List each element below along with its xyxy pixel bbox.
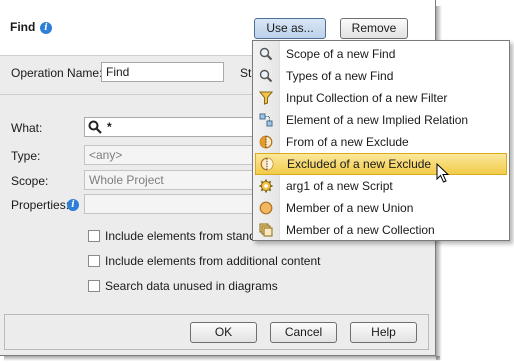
menu-item-label: Scope of a new Find	[286, 47, 396, 61]
menu-item-label: arg1 of a new Script	[286, 179, 393, 193]
what-label: What:	[11, 121, 43, 135]
st-label: St	[240, 66, 252, 80]
dialog-title: Find	[10, 20, 36, 34]
type-label: Type:	[11, 149, 41, 163]
properties-info-icon[interactable]: i	[67, 199, 79, 211]
menu-item-label: Element of a new Implied Relation	[286, 113, 469, 127]
search-unused-label: Search data unused in diagrams	[105, 279, 278, 293]
what-value: *	[107, 120, 112, 134]
info-icon[interactable]: i	[40, 22, 52, 34]
menu-item-input-collection-filter[interactable]: Input Collection of a new Filter	[253, 87, 509, 109]
menu-item-label: Member of a new Collection	[286, 223, 435, 237]
menu-item-element-implied-relation[interactable]: Element of a new Implied Relation	[253, 109, 509, 131]
use-as-button[interactable]: Use as...	[254, 18, 326, 39]
operation-name-field[interactable]: Find	[101, 62, 224, 82]
menu-item-member-collection[interactable]: Member of a new Collection	[253, 219, 509, 241]
help-button[interactable]: Help	[350, 322, 417, 343]
menu-item-excluded-exclude[interactable]: Excluded of a new Exclude	[255, 153, 507, 175]
union-icon	[259, 201, 273, 215]
use-as-menu: Scope of a new Find Types of a new Find …	[252, 40, 510, 241]
include-additional-label: Include elements from additional content	[105, 254, 321, 268]
menu-item-member-union[interactable]: Member of a new Union	[253, 197, 509, 219]
relation-icon	[259, 113, 273, 127]
what-field[interactable]: *	[84, 117, 256, 137]
menu-item-from-exclude[interactable]: From of a new Exclude	[253, 131, 509, 153]
include-standard-label: Include elements from standard	[105, 229, 274, 243]
menu-item-label: From of a new Exclude	[286, 135, 409, 149]
include-standard-checkbox[interactable]	[88, 230, 100, 242]
menu-item-label: Excluded of a new Exclude	[287, 157, 432, 171]
magnifier-icon	[259, 47, 273, 61]
menu-item-label: Member of a new Union	[286, 201, 414, 215]
scope-label: Scope:	[11, 174, 49, 188]
filter-icon	[259, 91, 273, 105]
operation-name-label: Operation Name:	[11, 66, 103, 80]
remove-button[interactable]: Remove	[340, 18, 408, 39]
menu-item-arg1-script[interactable]: arg1 of a new Script	[253, 175, 509, 197]
menu-item-types-of-find[interactable]: Types of a new Find	[253, 65, 509, 87]
search-icon	[88, 120, 102, 134]
menu-item-label: Input Collection of a new Filter	[286, 91, 448, 105]
menu-item-label: Types of a new Find	[286, 69, 394, 83]
menu-item-scope-of-find[interactable]: Scope of a new Find	[253, 43, 509, 65]
scope-field[interactable]: Whole Project	[84, 170, 256, 190]
collection-icon	[259, 223, 273, 237]
gear-icon	[259, 179, 273, 193]
search-unused-checkbox[interactable]	[88, 280, 100, 292]
mouse-cursor-icon	[436, 163, 450, 183]
exclude-icon	[259, 135, 273, 149]
type-field[interactable]: <any>	[84, 145, 256, 165]
exclude-icon	[260, 157, 274, 171]
properties-field[interactable]	[84, 194, 256, 214]
ok-button[interactable]: OK	[190, 322, 257, 343]
properties-label: Properties:	[11, 198, 70, 212]
include-additional-checkbox[interactable]	[88, 255, 100, 267]
magnifier-icon	[259, 69, 273, 83]
cancel-button[interactable]: Cancel	[270, 322, 337, 343]
